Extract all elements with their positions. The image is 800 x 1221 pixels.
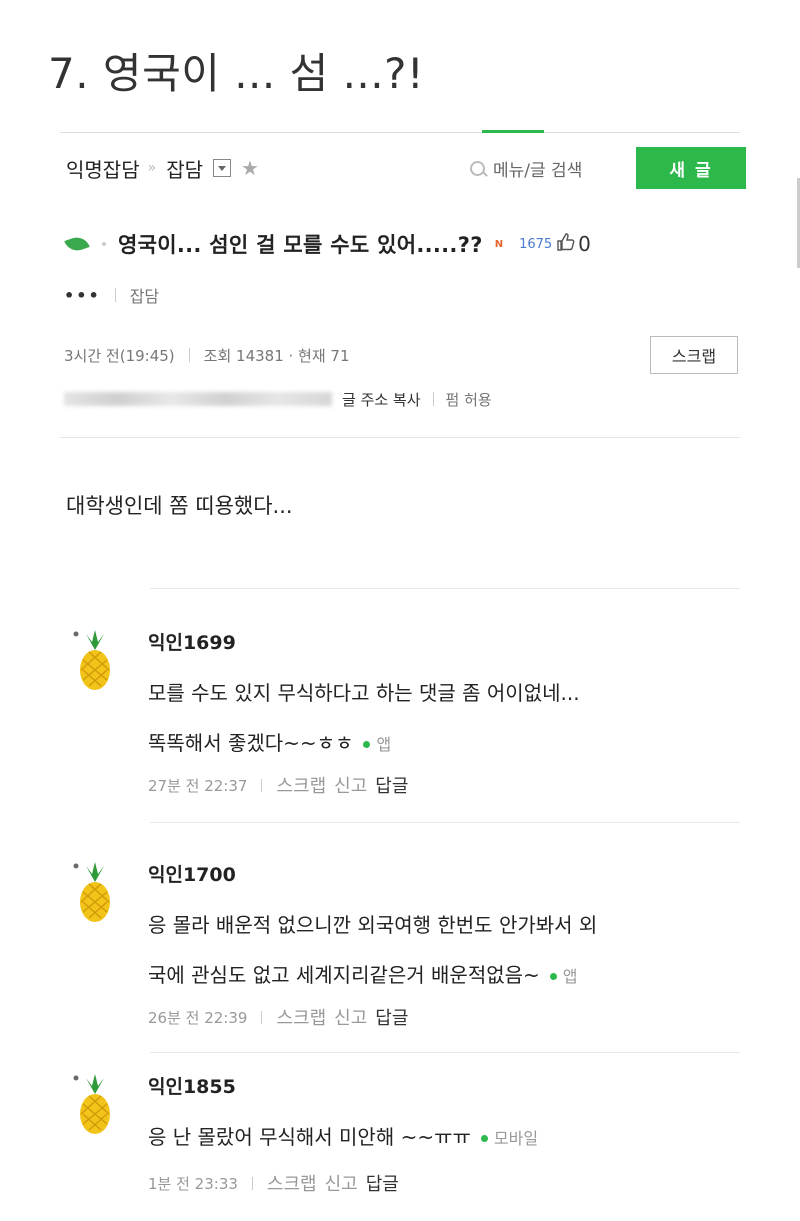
comment-report-link[interactable]: 신고 <box>325 1170 358 1196</box>
permission-label: 펌 허용 <box>445 390 492 409</box>
write-new-post-button[interactable]: 새 글 <box>636 147 746 189</box>
comment-text: 모를 수도 있지 무식하다고 하는 댓글 좀 어이없네... 똑똑해서 좋겠다~~… <box>148 668 748 770</box>
divider <box>261 778 263 792</box>
comment-author: 익인1700 <box>148 864 236 886</box>
comment-author: 익인1699 <box>148 632 236 654</box>
breadcrumb-board[interactable]: 익명잡담 <box>66 154 140 183</box>
post-url-row: 글 주소 복사 펌 허용 <box>64 386 492 412</box>
header-divider <box>60 437 740 438</box>
device-label: 앱 <box>376 735 392 754</box>
comment-meta: 27분 전 22:37 스크랩 신고 답글 <box>148 772 408 798</box>
comment-author: 익인1855 <box>148 1076 236 1098</box>
comment-line: 국에 관심도 없고 세계지리같은거 배운적없음~ <box>148 963 540 987</box>
comment-divider <box>150 588 740 589</box>
breadcrumb-sub-board[interactable]: 잡담 <box>166 154 203 183</box>
post-time: 3시간 전(19:45) <box>64 346 175 365</box>
comment-meta: 26분 전 22:39 스크랩 신고 답글 <box>148 1004 408 1030</box>
bullet-dot <box>102 242 106 246</box>
divider <box>188 348 190 362</box>
comment-line: 응 몰라 배운적 없으니깐 외국여행 한번도 안가봐서 외 <box>148 913 598 937</box>
screenshot-caption: 7. 영국이 ... 섬 ...?! <box>48 49 425 98</box>
post-body: 대학생인데 쫌 띠용했다... <box>66 494 293 518</box>
top-divider <box>60 132 740 133</box>
comment-time: 26분 전 22:39 <box>148 1008 248 1027</box>
comment-text: 응 몰라 배운적 없으니깐 외국여행 한번도 안가봐서 외국에 관심도 없고 세… <box>148 900 748 1002</box>
comment-report-link[interactable]: 신고 <box>334 1004 367 1030</box>
star-icon[interactable]: ★ <box>241 156 259 180</box>
search-button[interactable]: 메뉴/글 검색 <box>470 148 582 188</box>
comment-line: 똑똑해서 좋겠다~~ㅎㅎ <box>148 731 354 755</box>
comment-line: 응 난 몰랐어 무식해서 미안해 ~~ㅠㅠ <box>148 1125 471 1149</box>
dropdown-icon[interactable] <box>213 159 231 177</box>
search-icon <box>470 160 485 176</box>
divider <box>251 1176 253 1190</box>
search-label: 메뉴/글 검색 <box>493 160 583 181</box>
divider <box>261 1010 263 1024</box>
breadcrumb-separator: » <box>147 160 157 176</box>
comment-divider <box>150 822 740 823</box>
comment-reply-link[interactable]: 답글 <box>375 1004 408 1030</box>
active-tab-indicator <box>482 130 544 133</box>
app-dot-icon <box>480 1135 488 1142</box>
post-time-row: 3시간 전(19:45) 조회 14381 · 현재 71 <box>64 342 350 368</box>
device-label: 모바일 <box>493 1129 539 1148</box>
divider <box>432 392 434 406</box>
comment-line: 모를 수도 있지 무식하다고 하는 댓글 좀 어이없네... <box>148 681 580 705</box>
board-header: 익명잡담 » 잡담 ★ 메뉴/글 검색 새 글 <box>66 147 746 189</box>
thumbs-up-icon[interactable] <box>556 232 576 257</box>
post-author: ••• <box>64 285 101 305</box>
post-title: 영국이... 섬인 걸 모를 수도 있어.....?? <box>118 233 483 257</box>
post-title-row: 영국이... 섬인 걸 모를 수도 있어.....?? N 1675 0 <box>64 224 740 264</box>
pineapple-avatar-icon <box>73 1074 110 1134</box>
copy-url-link[interactable]: 글 주소 복사 <box>342 389 421 410</box>
scrap-button[interactable]: 스크랩 <box>650 336 738 374</box>
post-views: 조회 14381 · 현재 71 <box>203 346 350 365</box>
comment-divider <box>150 1052 740 1053</box>
app-dot-icon <box>549 973 557 980</box>
post-author-row: ••• 잡담 <box>64 282 159 308</box>
pineapple-avatar-icon <box>73 862 110 922</box>
comment-scrap-link[interactable]: 스크랩 <box>267 1170 317 1196</box>
like-count: 0 <box>578 232 591 256</box>
new-badge: N <box>494 238 504 250</box>
comment-time: 1분 전 23:33 <box>148 1174 238 1193</box>
leaf-icon <box>64 233 90 255</box>
comment-text: 응 난 몰랐어 무식해서 미안해 ~~ㅠㅠ 모바일 <box>148 1112 748 1164</box>
divider <box>114 288 116 302</box>
comment-report-link[interactable]: 신고 <box>334 772 367 798</box>
post-category[interactable]: 잡담 <box>130 283 159 307</box>
blurred-url <box>64 392 332 406</box>
app-dot-icon <box>363 741 371 748</box>
comment-reply-link[interactable]: 답글 <box>366 1170 399 1196</box>
comment-reply-link[interactable]: 답글 <box>375 772 408 798</box>
view-count-small: 1675 <box>519 236 553 252</box>
device-label: 앱 <box>562 967 578 986</box>
comment-scrap-link[interactable]: 스크랩 <box>276 1004 326 1030</box>
comment-meta: 1분 전 23:33 스크랩 신고 답글 <box>148 1170 399 1196</box>
comment-scrap-link[interactable]: 스크랩 <box>276 772 326 798</box>
pineapple-avatar-icon <box>73 630 110 690</box>
comment-time: 27분 전 22:37 <box>148 776 248 795</box>
